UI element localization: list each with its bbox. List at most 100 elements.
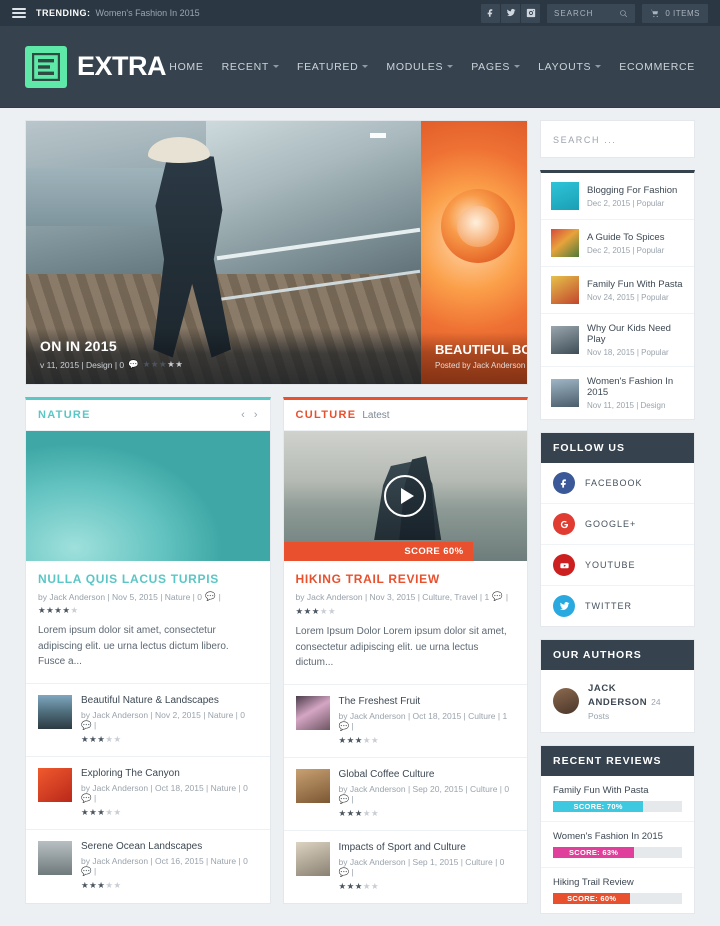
list-item[interactable]: Global Coffee Culture by Jack Anderson |… (283, 756, 527, 830)
review-title[interactable]: Women's Fashion In 2015 (553, 831, 682, 842)
hero-rating-stars: ★★★★★ (142, 359, 184, 369)
post-meta: by Jack Anderson | Nov 2, 2015 | Nature … (81, 709, 245, 730)
nav-item-ecommerce[interactable]: ECOMMERCE (619, 61, 695, 73)
post-thumbnail (295, 841, 330, 876)
nav-item-home[interactable]: HOME (169, 61, 203, 73)
chevron-down-icon (447, 65, 454, 68)
list-item[interactable]: Family Fun With Pasta SCORE: 70% (541, 776, 694, 822)
facebook-icon[interactable] (481, 3, 501, 23)
hero-slide-2[interactable]: BEAUTIFUL BOUQ Posted by Jack Anderson |… (421, 121, 527, 384)
post-title[interactable]: Beautiful Nature & Landscapes (81, 695, 258, 706)
list-item[interactable]: Hiking Trail Review SCORE: 60% (541, 868, 694, 913)
score-label: SCORE 60% (404, 546, 464, 557)
twitter-icon (553, 595, 575, 617)
review-title[interactable]: Hiking Trail Review (553, 877, 682, 888)
top-search-label: SEARCH (554, 8, 594, 18)
post-title[interactable]: The Freshest Fruit (339, 696, 516, 707)
chevron-left-icon[interactable]: ‹ (241, 409, 245, 421)
comment-icon: 💬 (81, 865, 92, 876)
score-fill: SCORE: 60% (553, 893, 631, 904)
post-title[interactable]: A Guide To Spices (587, 232, 664, 243)
sidebar-search-widget[interactable]: SEARCH ... (540, 120, 695, 158)
featured-post-title[interactable]: NULLA QUIS LACUS TURPIS (38, 572, 258, 586)
list-item[interactable]: The Freshest Fruit by Jack Anderson | Oc… (283, 683, 527, 757)
module-featured-image[interactable]: SCORE 60% (283, 431, 527, 561)
hero-meta: v 11, 2015 | Design | 0 💬 ★★★★★ (40, 359, 407, 370)
social-link-facebook[interactable]: FACEBOOK (541, 463, 694, 504)
hero-slider[interactable]: ON IN 2015 v 11, 2015 | Design | 0 💬 ★★★… (25, 120, 528, 385)
post-title[interactable]: Blogging For Fashion (587, 185, 677, 196)
nav-item-featured[interactable]: FEATURED (297, 61, 369, 73)
chevron-down-icon (514, 65, 521, 68)
list-item[interactable]: Blogging For Fashion Dec 2, 2015 | Popul… (541, 173, 694, 220)
hero-slide-1[interactable]: ON IN 2015 v 11, 2015 | Design | 0 💬 ★★★… (26, 121, 421, 384)
post-thumbnail (38, 840, 72, 875)
post-rating-stars: ★★★★★ (81, 806, 122, 817)
play-icon[interactable] (384, 475, 427, 517)
module-featured-image[interactable] (26, 431, 270, 561)
post-meta: Dec 2, 2015 | Popular (587, 198, 665, 208)
top-bar-right: SEARCH 0 ITEMS (481, 3, 708, 23)
sidebar-follow-widget: FOLLOW US FACEBOOK GOOGLE+ YOUTUBE TWITT… (540, 432, 695, 627)
chevron-right-icon[interactable]: › (254, 409, 258, 421)
post-title[interactable]: Global Coffee Culture (339, 769, 516, 780)
cart-button[interactable]: 0 ITEMS (642, 3, 708, 23)
hero-title: BEAUTIFUL BOUQ (435, 342, 527, 357)
post-title[interactable]: Women's Fashion In 2015 (587, 376, 684, 398)
post-title[interactable]: Exploring The Canyon (81, 768, 258, 779)
score-track: SCORE: 60% (553, 893, 682, 904)
post-rating-stars: ★★★★★ (81, 733, 122, 744)
nav-item-modules[interactable]: MODULES (386, 61, 454, 73)
featured-meta-text: by Jack Anderson | Nov 3, 2015 | Culture… (295, 591, 490, 602)
social-link-google-plus[interactable]: GOOGLE+ (541, 504, 694, 545)
post-meta: by Jack Anderson | Oct 18, 2015 | Cultur… (338, 710, 508, 731)
hamburger-icon[interactable] (12, 6, 26, 20)
nav-item-pages[interactable]: PAGES (471, 61, 521, 73)
post-title[interactable]: Serene Ocean Landscapes (81, 841, 258, 852)
post-meta: by Jack Anderson | Oct 18, 2015 | Nature… (81, 782, 248, 803)
sidebar-reviews-widget: RECENT REVIEWS Family Fun With Pasta SCO… (540, 745, 695, 914)
social-label: FACEBOOK (585, 478, 643, 488)
list-item[interactable]: Women's Fashion In 2015 SCORE: 63% (541, 822, 694, 868)
post-title[interactable]: Family Fun With Pasta (587, 279, 683, 290)
list-item[interactable]: Beautiful Nature & Landscapes by Jack An… (26, 682, 270, 756)
list-item[interactable]: Why Our Kids Need Play Nov 18, 2015 | Po… (541, 314, 694, 367)
sidebar-authors-widget: OUR AUTHORS JACK ANDERSON 24 Posts (540, 639, 695, 733)
chevron-down-icon (595, 65, 602, 68)
comment-icon: 💬 (492, 591, 503, 601)
twitter-icon[interactable] (501, 3, 521, 23)
list-item[interactable]: A Guide To Spices Dec 2, 2015 | Popular (541, 220, 694, 267)
list-item[interactable]: Impacts of Sport and Culture by Jack And… (283, 829, 527, 903)
avatar (553, 688, 579, 714)
sidebar: SEARCH ... Blogging For Fashion Dec 2, 2… (540, 120, 695, 926)
list-item[interactable]: Exploring The Canyon by Jack Anderson | … (26, 755, 270, 829)
instagram-icon[interactable] (521, 3, 541, 23)
author-name[interactable]: JACK ANDERSON (588, 683, 647, 708)
top-search-field[interactable]: SEARCH (547, 3, 636, 23)
list-item[interactable]: Women's Fashion In 2015 Nov 11, 2015 | D… (541, 367, 694, 419)
module-nature: NATURE ‹ › NULLA QUIS LACUS TURPIS by Ja… (25, 397, 271, 904)
nav-item-layouts[interactable]: LAYOUTS (538, 61, 602, 73)
slider-pagination[interactable] (370, 133, 386, 138)
widget-title: FOLLOW US (541, 433, 694, 463)
post-rating-stars: ★★★★★ (338, 734, 380, 745)
score-fill: SCORE: 70% (553, 801, 644, 812)
module-featured-body: HIKING TRAIL REVIEW by Jack Anderson | N… (284, 561, 528, 684)
sidebar-popular-posts-widget: Blogging For Fashion Dec 2, 2015 | Popul… (540, 170, 695, 420)
site-logo[interactable]: EXTRA (25, 45, 167, 88)
nav-item-recent[interactable]: RECENT (222, 61, 279, 73)
search-input[interactable]: SEARCH ... (553, 135, 617, 145)
trending-text[interactable]: Women's Fashion In 2015 (96, 8, 200, 18)
featured-post-title[interactable]: HIKING TRAIL REVIEW (296, 572, 516, 586)
list-item[interactable]: JACK ANDERSON 24 Posts (541, 670, 694, 732)
social-link-youtube[interactable]: YOUTUBE (541, 545, 694, 586)
facebook-icon (553, 472, 575, 494)
cart-count-label: 0 ITEMS (665, 8, 700, 18)
list-item[interactable]: Family Fun With Pasta Nov 24, 2015 | Pop… (541, 267, 694, 314)
post-title[interactable]: Why Our Kids Need Play (587, 323, 684, 345)
social-link-twitter[interactable]: TWITTER (541, 586, 694, 626)
module-carousel-nav: ‹ › (241, 409, 257, 421)
list-item[interactable]: Serene Ocean Landscapes by Jack Anderson… (26, 828, 270, 902)
featured-post-excerpt: Lorem ipsum dolor sit amet, consectetur … (38, 625, 229, 667)
review-title[interactable]: Family Fun With Pasta (553, 785, 682, 796)
